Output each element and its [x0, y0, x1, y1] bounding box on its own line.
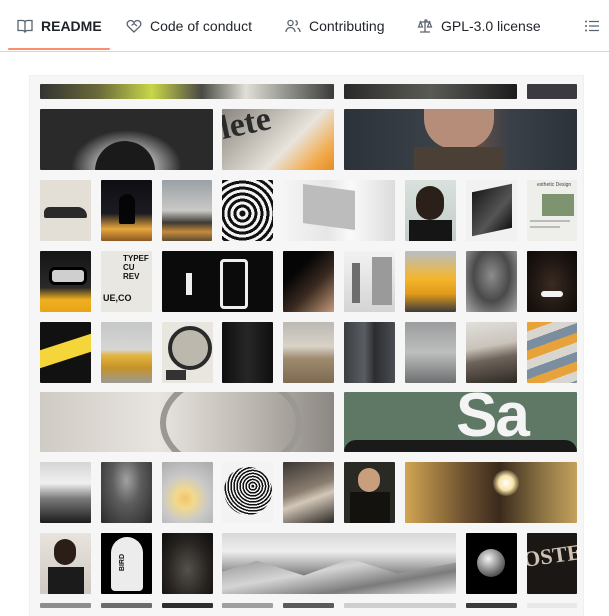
gallery-image [40, 180, 91, 241]
gallery-image [405, 462, 577, 523]
gallery-image [40, 462, 91, 523]
gallery-image: esthetic Design [527, 180, 577, 241]
gallery-image [466, 251, 517, 312]
gallery-image [40, 392, 334, 452]
book-icon [17, 19, 33, 33]
gallery-image [283, 322, 334, 383]
tab-license[interactable]: GPL-3.0 license [417, 0, 541, 51]
gallery-image [283, 603, 334, 608]
gallery-image: TYPEF CU REV UE,CO [101, 251, 152, 312]
gallery-image [222, 533, 456, 594]
gallery-image [344, 462, 395, 523]
gallery-image [222, 180, 273, 241]
tab-label: Contributing [309, 17, 385, 34]
gallery-image [344, 84, 517, 99]
gallery-image [405, 180, 456, 241]
gallery-image [222, 603, 273, 608]
gallery-image [527, 84, 577, 99]
heart-hands-icon [126, 19, 142, 33]
gallery-image [40, 109, 213, 170]
tile-lettering: OSTE [527, 539, 577, 572]
gallery-image [162, 462, 213, 523]
gallery-image: OSTE [527, 533, 577, 594]
law-scale-icon [417, 18, 433, 33]
tab-readme[interactable]: README [17, 0, 102, 51]
gallery-image [405, 322, 456, 383]
table-of-contents-button[interactable] [584, 0, 608, 51]
gallery-image [101, 180, 152, 241]
gallery-image [162, 533, 213, 594]
tile-lettering: TYPEF CU REV [123, 254, 149, 281]
gallery-image [101, 462, 152, 523]
tab-label: README [41, 17, 102, 34]
gallery-image [222, 462, 273, 523]
gallery-image [344, 109, 577, 170]
tile-lettering: BIRD [119, 553, 127, 572]
gallery-image [466, 322, 517, 383]
readme-tab-bar: README Code of conduct Contributing GPL-… [0, 0, 609, 52]
tile-lettering: esthetic Design [537, 182, 572, 188]
gallery-image [40, 251, 91, 312]
tab-label: GPL-3.0 license [441, 17, 541, 34]
gallery-image [101, 322, 152, 383]
tab-label: Code of conduct [150, 17, 252, 34]
gallery-image: lete [222, 109, 334, 170]
gallery-image [40, 603, 91, 608]
gallery-image [40, 533, 91, 594]
gallery-image [527, 251, 577, 312]
gallery-image [344, 251, 395, 312]
gallery-image [283, 251, 334, 312]
gallery-image [101, 603, 152, 608]
people-icon [285, 19, 301, 32]
gallery-image: BIRD [101, 533, 152, 594]
gallery-image [283, 180, 395, 241]
tab-code-of-conduct[interactable]: Code of conduct [126, 0, 252, 51]
active-tab-indicator [8, 48, 110, 50]
gallery-image [466, 533, 517, 594]
gallery-image [222, 322, 273, 383]
gallery-image [527, 603, 577, 608]
gallery-image [40, 322, 91, 383]
gallery-image [466, 180, 517, 241]
gallery-image [162, 251, 273, 312]
gallery-image: Sa [344, 392, 577, 452]
gallery-image [344, 603, 456, 608]
gallery-image [405, 251, 456, 312]
tile-lettering: UE,CO [103, 293, 132, 303]
gallery-image [162, 603, 213, 608]
gallery-image [527, 322, 577, 383]
gallery-image [162, 322, 213, 383]
gallery-image [162, 180, 212, 241]
gallery-image [283, 462, 334, 523]
tab-contributing[interactable]: Contributing [285, 0, 385, 51]
gallery-image [466, 603, 517, 608]
gallery-image [40, 84, 334, 99]
tile-lettering: lete [222, 109, 275, 147]
list-unordered-icon [585, 20, 599, 31]
gallery-image [344, 322, 395, 383]
